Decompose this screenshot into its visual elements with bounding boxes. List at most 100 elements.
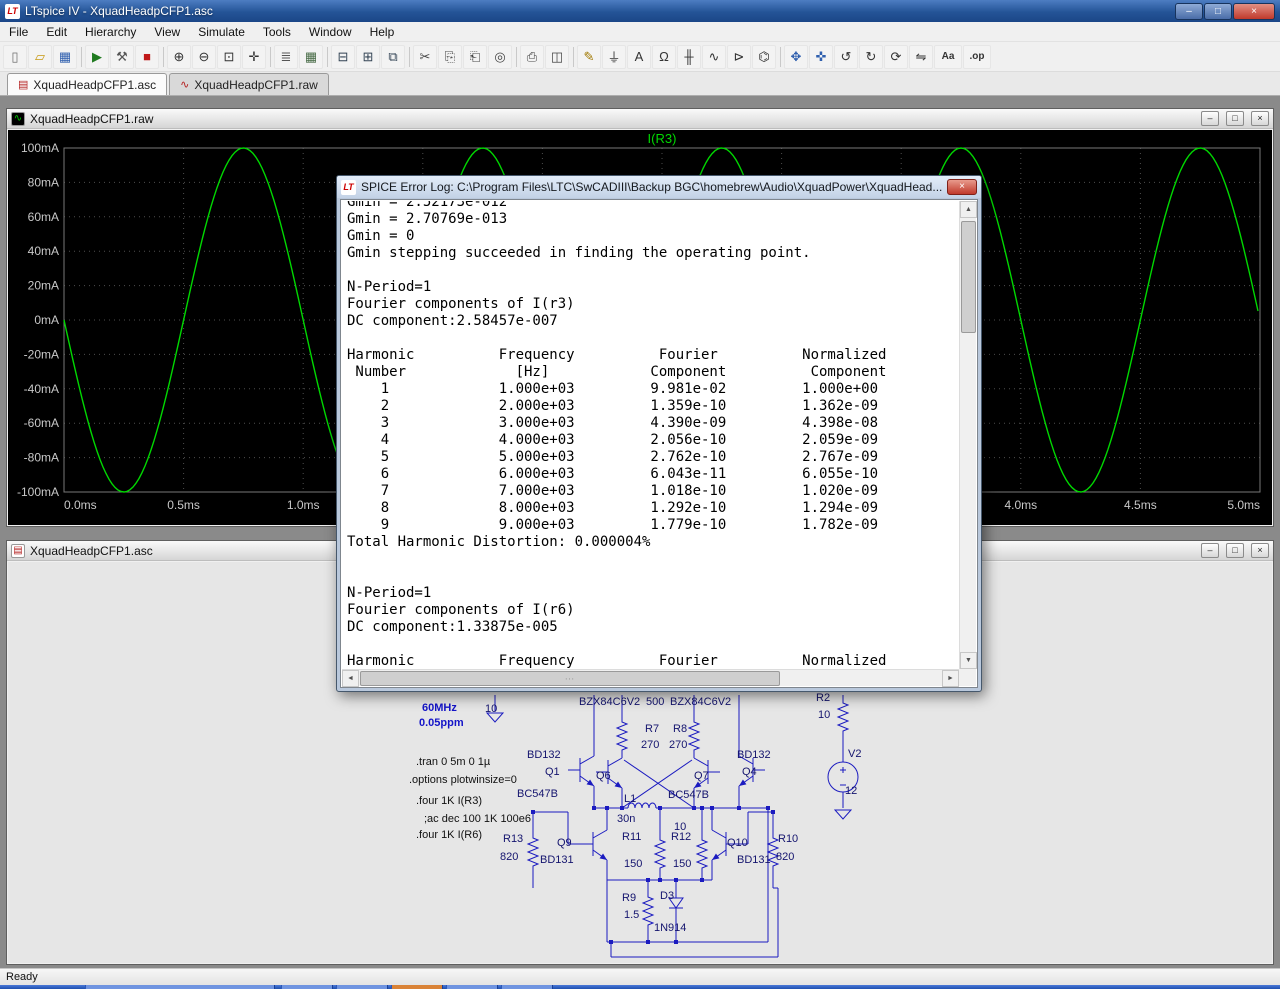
maximize-button[interactable]: □ [1204, 3, 1232, 20]
print-button[interactable]: ⎙ [520, 45, 544, 69]
resistor-button[interactable]: Ω [652, 45, 676, 69]
schematic-close-button[interactable]: × [1251, 543, 1269, 558]
control-panel-button[interactable]: ⚒ [110, 45, 134, 69]
menu-view[interactable]: View [145, 23, 189, 41]
new-schematic-button[interactable]: ▯ [3, 45, 27, 69]
print-preview-button[interactable]: ◫ [545, 45, 569, 69]
svg-text:1.0ms: 1.0ms [287, 498, 320, 512]
schematic-label: D3 [660, 890, 674, 902]
schematic-window-icon: ▤ [11, 544, 25, 558]
component-button[interactable]: ⌬ [752, 45, 776, 69]
halt-button[interactable]: ■ [135, 45, 159, 69]
open-file-button[interactable]: ▱ [28, 45, 52, 69]
taskbar-button[interactable] [336, 985, 388, 989]
spice-directive-button[interactable]: .op [963, 45, 991, 69]
inductor-button[interactable]: ∿ [702, 45, 726, 69]
menu-hierarchy[interactable]: Hierarchy [76, 23, 145, 41]
run-button[interactable]: ▶ [85, 45, 109, 69]
taskbar[interactable] [0, 985, 1280, 989]
tile-vertical-button[interactable]: ⊞ [356, 45, 380, 69]
diode-button[interactable]: ⊳ [727, 45, 751, 69]
vertical-scrollbar[interactable]: ▲ ▼ [959, 201, 976, 669]
capacitor-button[interactable]: ╫ [677, 45, 701, 69]
close-button[interactable]: × [1233, 3, 1275, 20]
dialog-close-button[interactable]: × [947, 179, 977, 195]
schematic-label: Q6 [596, 770, 611, 782]
svg-text:-100mA: -100mA [17, 485, 59, 499]
horizontal-scrollbar[interactable]: ◄ ∙∙∙ ► [342, 669, 959, 686]
pan-button[interactable]: ✛ [242, 45, 266, 69]
waveform-minimize-button[interactable]: – [1201, 111, 1219, 126]
waveform-window-titlebar[interactable]: ∿ XquadHeadpCFP1.raw – □ × [7, 109, 1273, 129]
wire-button[interactable]: ✎ [577, 45, 601, 69]
schematic-label: 10 [485, 703, 497, 715]
waveform-window-title: XquadHeadpCFP1.raw [30, 112, 1194, 126]
scroll-left-button[interactable]: ◄ [342, 670, 359, 687]
copy-button[interactable]: ⎘ [438, 45, 462, 69]
ground-button[interactable]: ⏚ [602, 45, 626, 69]
menu-edit[interactable]: Edit [37, 23, 76, 41]
taskbar-button[interactable] [85, 985, 275, 989]
zoom-fit-button[interactable]: ⊡ [217, 45, 241, 69]
svg-text:0.5ms: 0.5ms [167, 498, 200, 512]
error-log-text-area[interactable]: Gmin = 2.52173e-012 Gmin = 2.70769e-013 … [342, 201, 959, 669]
svg-text:-40mA: -40mA [24, 382, 59, 396]
schematic-label: 270 [641, 739, 659, 751]
tile-horizontal-button[interactable]: ⊟ [331, 45, 355, 69]
menu-help[interactable]: Help [361, 23, 404, 41]
dialog-titlebar[interactable]: LT SPICE Error Log: C:\Program Files\LTC… [337, 176, 981, 198]
menu-window[interactable]: Window [300, 23, 361, 41]
redo-button[interactable]: ↻ [859, 45, 883, 69]
taskbar-button[interactable] [501, 985, 553, 989]
tab-xquadheadpcfp1.raw[interactable]: ∿XquadHeadpCFP1.raw [169, 73, 329, 95]
zoom-in-button[interactable]: ⊕ [167, 45, 191, 69]
scroll-right-button[interactable]: ► [942, 670, 959, 687]
net-label-button[interactable]: A [627, 45, 651, 69]
schematic-label: 10 [818, 709, 830, 721]
spice-netlist-button[interactable]: ≣ [274, 45, 298, 69]
visible-traces-button[interactable]: ▦ [299, 45, 323, 69]
taskbar-button[interactable] [391, 985, 443, 989]
undo-button[interactable]: ↺ [834, 45, 858, 69]
svg-text:4.5ms: 4.5ms [1124, 498, 1157, 512]
schematic-label: R11 [622, 831, 641, 843]
scroll-up-button[interactable]: ▲ [960, 201, 977, 218]
horizontal-scroll-thumb[interactable]: ∙∙∙ [360, 671, 780, 686]
schematic-label: Q4 [742, 766, 757, 778]
scroll-down-button[interactable]: ▼ [960, 652, 977, 669]
menu-simulate[interactable]: Simulate [189, 23, 254, 41]
find-button[interactable]: ◎ [488, 45, 512, 69]
text-button[interactable]: Aa [934, 45, 962, 69]
schematic-minimize-button[interactable]: – [1201, 543, 1219, 558]
rotate-button[interactable]: ⟳ [884, 45, 908, 69]
schematic-label: .four 1K I(R3) [416, 795, 482, 807]
schematic-label: 150 [673, 858, 691, 870]
vertical-scroll-thumb[interactable] [961, 221, 976, 333]
cascade-windows-button[interactable]: ⧉ [381, 45, 405, 69]
menu-file[interactable]: File [0, 23, 37, 41]
schematic-label: 30n [617, 813, 635, 825]
save-button[interactable]: ▦ [53, 45, 77, 69]
status-bar: Ready [0, 968, 1280, 985]
tab-label: XquadHeadpCFP1.asc [33, 78, 156, 92]
minimize-button[interactable]: – [1175, 3, 1203, 20]
paste-button[interactable]: ⎗ [463, 45, 487, 69]
menu-bar: FileEditHierarchyViewSimulateToolsWindow… [0, 22, 1280, 42]
taskbar-button[interactable] [281, 985, 333, 989]
menu-tools[interactable]: Tools [254, 23, 300, 41]
tab-xquadheadpcfp1.asc[interactable]: ▤XquadHeadpCFP1.asc [7, 73, 167, 95]
toolbar-separator [267, 45, 274, 69]
schematic-label: R13 [503, 833, 523, 845]
mirror-button[interactable]: ⇋ [909, 45, 933, 69]
waveform-maximize-button[interactable]: □ [1226, 111, 1244, 126]
move-button[interactable]: ✥ [784, 45, 808, 69]
waveform-close-button[interactable]: × [1251, 111, 1269, 126]
zoom-back-button[interactable]: ⊖ [192, 45, 216, 69]
dialog-client: Gmin = 2.52173e-012 Gmin = 2.70769e-013 … [340, 199, 978, 688]
cut-button[interactable]: ✂ [413, 45, 437, 69]
schematic-label: Q10 [727, 837, 748, 849]
schematic-label: BD132 [737, 749, 771, 761]
taskbar-button[interactable] [446, 985, 498, 989]
drag-button[interactable]: ✜ [809, 45, 833, 69]
schematic-maximize-button[interactable]: □ [1226, 543, 1244, 558]
